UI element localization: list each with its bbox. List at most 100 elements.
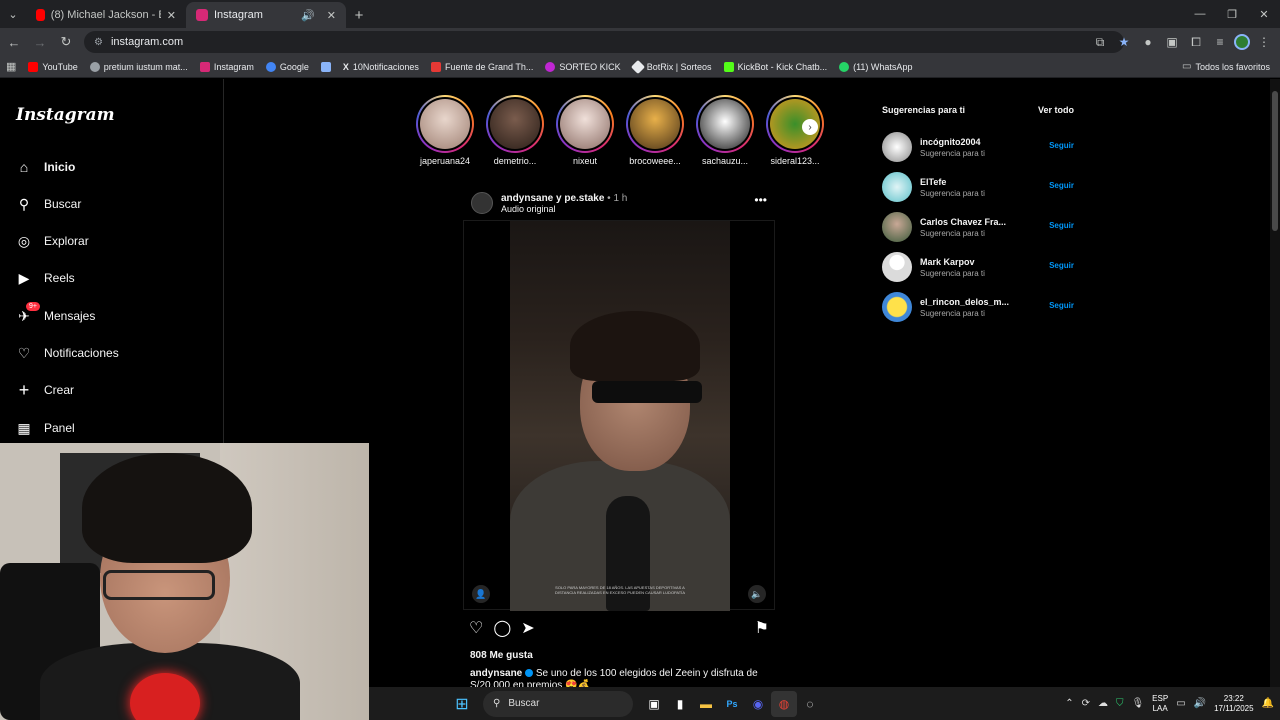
reload-icon[interactable]: ↻ — [54, 30, 78, 54]
task-view-icon[interactable]: ▣ — [641, 691, 667, 717]
photoshop-icon[interactable]: Ps — [719, 691, 745, 717]
suggestion-avatar[interactable] — [882, 132, 912, 162]
follow-button[interactable]: Seguir — [1049, 261, 1074, 270]
bookmark-whatsapp[interactable]: (11) WhatsApp — [839, 61, 912, 72]
taskbar-search[interactable]: ⚲ Buscar — [483, 690, 633, 717]
volume-icon[interactable]: 🔈 — [748, 585, 766, 603]
stories-next-button[interactable]: › — [802, 119, 818, 135]
page-scrollbar[interactable] — [1270, 79, 1280, 687]
see-all-link[interactable]: Ver todo — [1038, 105, 1074, 115]
bookmark-kickbot[interactable]: KickBot - Kick Chatb... — [723, 61, 827, 72]
suggestion-avatar[interactable] — [882, 212, 912, 242]
share-icon[interactable]: ➤ — [521, 618, 534, 638]
file-explorer-icon[interactable]: ▬ — [693, 691, 719, 717]
post-audio[interactable]: Audio original — [501, 204, 627, 214]
story-item[interactable]: sachauzu... — [696, 95, 754, 166]
suggestion-avatar[interactable] — [882, 252, 912, 282]
microphone-icon[interactable]: 🎙 — [1131, 698, 1144, 709]
reel-video[interactable]: SOLO PARA MAYORES DE 18 AÑOS. LAS APUEST… — [510, 221, 730, 611]
tagged-user-icon[interactable]: 👤 — [472, 585, 490, 603]
post-media[interactable]: SOLO PARA MAYORES DE 18 AÑOS. LAS APUEST… — [463, 220, 775, 611]
bookmark-youtube[interactable]: YouTube — [28, 61, 78, 72]
cloud-icon[interactable]: ☁ — [1098, 698, 1108, 709]
profile-avatar[interactable] — [1234, 34, 1250, 50]
apps-grid-icon[interactable]: ▦ — [6, 60, 16, 73]
bookmark-unnamed[interactable] — [320, 61, 331, 72]
speaker-icon[interactable]: 🔊 — [1194, 698, 1206, 709]
restore-icon[interactable]: ❐ — [1216, 0, 1248, 28]
bookmark-instagram[interactable]: Instagram — [199, 61, 254, 72]
story-item[interactable]: demetrio... — [486, 95, 544, 166]
follow-button[interactable]: Seguir — [1049, 221, 1074, 230]
app-icon[interactable]: ▮ — [667, 691, 693, 717]
close-tab-icon[interactable]: ✕ — [167, 9, 176, 22]
language-indicator[interactable]: ESP LAA — [1152, 694, 1168, 714]
site-settings-icon[interactable]: ⚙ — [94, 37, 103, 48]
home-icon: ⌂ — [19, 159, 29, 175]
tab-title: (8) Michael Jackson - Billie Jean — [50, 9, 161, 21]
likes-count[interactable]: 808 Me gusta — [470, 650, 533, 661]
install-app-icon[interactable]: ⧉ — [1090, 35, 1110, 50]
sync-icon[interactable]: ⟳ — [1082, 698, 1090, 709]
bookmark-gta-source[interactable]: Fuente de Grand Th... — [430, 61, 533, 72]
sidebar-item-crear[interactable]: + Crear — [16, 380, 74, 400]
instagram-logo[interactable]: Instagram — [16, 105, 115, 125]
tab-instagram[interactable]: Instagram 🔊 ✕ — [186, 2, 346, 28]
post-author-avatar[interactable] — [471, 192, 493, 214]
forward-icon[interactable]: → — [28, 30, 52, 54]
all-bookmarks-folder[interactable]: ▭ Todos los favoritos — [1182, 61, 1270, 72]
menu-kebab-icon[interactable]: ⋮ — [1254, 35, 1274, 49]
close-tab-icon[interactable]: ✕ — [327, 9, 336, 22]
discord-icon[interactable]: ◉ — [745, 691, 771, 717]
tab-search-button[interactable]: ⌄ — [0, 0, 26, 28]
suggestion-avatar[interactable] — [882, 292, 912, 322]
suggestion-avatar[interactable] — [882, 172, 912, 202]
sidebar-item-inicio[interactable]: ⌂ Inicio — [16, 159, 76, 175]
bookmark-x-notificaciones[interactable]: X 10Notificaciones — [343, 62, 419, 72]
bookmark-pretium[interactable]: pretium iustum mat... — [89, 61, 188, 72]
audio-icon[interactable]: 🔊 — [301, 9, 315, 22]
clock[interactable]: 23:22 17/11/2025 — [1214, 694, 1253, 714]
security-icon[interactable]: ⛉ — [1116, 698, 1124, 709]
back-icon[interactable]: ← — [2, 30, 26, 54]
follow-button[interactable]: Seguir — [1049, 141, 1074, 150]
comment-icon[interactable]: ◯ — [493, 618, 511, 638]
close-window-icon[interactable]: ✕ — [1248, 0, 1280, 28]
post-author[interactable]: andynsane y pe.stake — [501, 193, 604, 204]
media-controls-icon[interactable]: ≡ — [1210, 35, 1230, 49]
sidebar-item-mensajes[interactable]: ✈ 9+ Mensajes — [16, 302, 95, 324]
extension-icon[interactable]: ▣ — [1162, 35, 1182, 49]
bookmark-botrix[interactable]: BotRix | Sorteos — [630, 59, 712, 74]
bookmark-save-icon[interactable]: ⚑ — [755, 618, 769, 638]
chrome-icon[interactable]: ◍ — [771, 690, 797, 717]
network-icon[interactable]: ▭ — [1176, 698, 1185, 709]
more-options-icon[interactable]: ••• — [754, 193, 767, 207]
sidebar-item-panel[interactable]: ▦ Panel — [16, 420, 74, 436]
like-heart-icon[interactable]: ♡ — [469, 618, 483, 638]
bookmark-star-icon[interactable]: ★ — [1114, 35, 1134, 49]
story-item[interactable]: nixeut — [556, 95, 614, 166]
windows-start-icon[interactable]: ⊞ — [449, 691, 475, 717]
follow-button[interactable]: Seguir — [1049, 301, 1074, 310]
new-tab-button[interactable]: + — [346, 2, 372, 28]
caption-author[interactable]: andynsane — [470, 668, 522, 679]
bookmark-google[interactable]: Google — [265, 61, 309, 72]
bookmark-sorteo-kick[interactable]: SORTEO KICK — [545, 61, 621, 72]
app-icon[interactable]: ◌ — [797, 691, 823, 717]
extension-icon[interactable]: ● — [1138, 35, 1158, 49]
sidebar-item-notificaciones[interactable]: ♡ Notificaciones — [16, 345, 119, 361]
follow-button[interactable]: Seguir — [1049, 181, 1074, 190]
story-item[interactable]: japeruana24 — [416, 95, 474, 166]
scrollbar-thumb[interactable] — [1272, 91, 1278, 231]
story-item[interactable]: brocoweee... — [626, 95, 684, 166]
sidebar-item-reels[interactable]: ▶ Reels — [16, 270, 75, 286]
chevron-up-icon[interactable]: ⌃ — [1065, 698, 1073, 709]
minimize-icon[interactable]: — — [1184, 0, 1216, 28]
sidebar-item-explorar[interactable]: ◎ Explorar — [16, 233, 89, 249]
tab-youtube[interactable]: (8) Michael Jackson - Billie Jean ✕ — [26, 2, 186, 28]
notification-bell-icon[interactable]: 🔔 — [1262, 698, 1274, 709]
extensions-puzzle-icon[interactable]: ⧠ — [1186, 35, 1206, 50]
address-bar[interactable]: ⚙ instagram.com — [84, 31, 1124, 53]
google-icon — [265, 61, 276, 72]
sidebar-item-buscar[interactable]: ⚲ Buscar — [16, 196, 82, 212]
